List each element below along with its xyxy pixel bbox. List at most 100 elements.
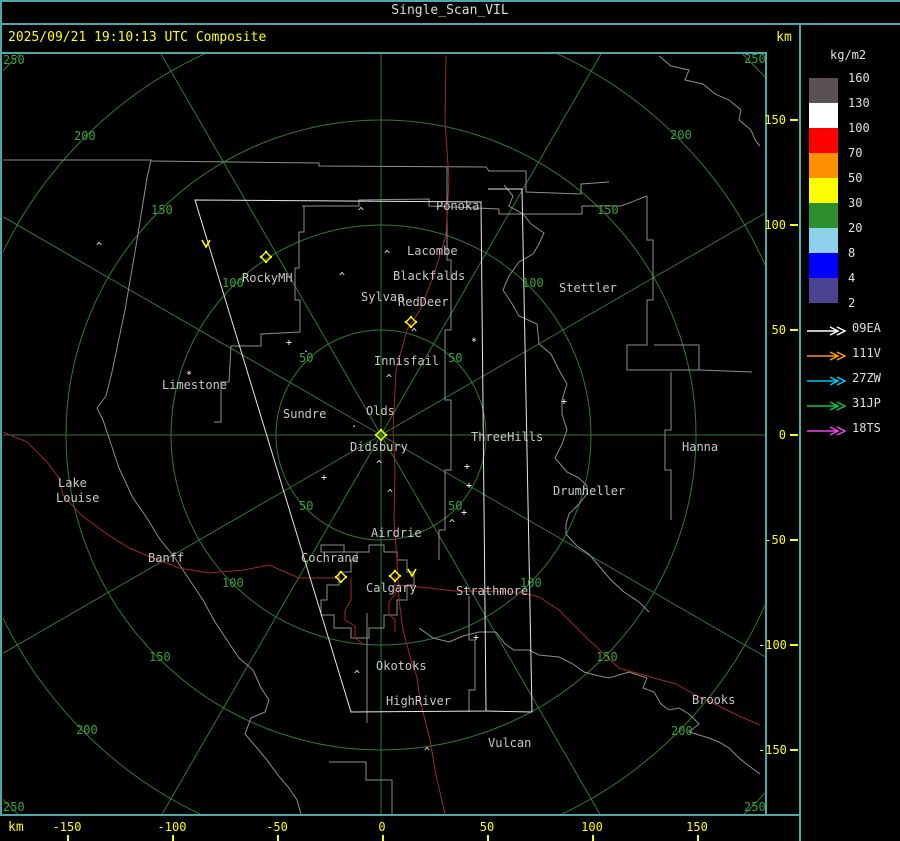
ring-distance-label: 200 <box>76 723 98 737</box>
town-marker: · <box>350 421 358 433</box>
radar-map-canvas[interactable]: 50 50 50 50 100 100 100 100 150 150 150 150 200 200 20… <box>3 54 765 814</box>
town-marker: + <box>285 337 293 349</box>
right-axis-tick <box>790 224 798 226</box>
city-label: ThreeHills <box>471 430 544 444</box>
map-vector-layer <box>3 54 765 814</box>
right-axis-unit-label: km <box>776 30 792 45</box>
scan-timestamp: 2025/09/21 19:10:13 UTC Composite <box>8 30 267 45</box>
city-label: Airdrie <box>371 526 422 540</box>
site-arrow-icon <box>806 322 848 334</box>
site-id-label: 09EA <box>852 321 881 335</box>
city-label: Blackfalds <box>393 269 466 283</box>
bottom-axis-tick-label: 100 <box>581 820 603 834</box>
radar-viewer-window: Single_Scan_VIL 2025/09/21 19:10:13 UTC … <box>0 0 900 841</box>
city-label: Banff <box>148 551 185 565</box>
map-bottom-border <box>0 814 801 816</box>
town-marker: ^ <box>357 206 365 218</box>
city-label: Limestone <box>162 378 228 392</box>
color-scale-swatch <box>809 128 838 153</box>
town-marker: ^ <box>353 669 361 681</box>
city-label: Okotoks <box>376 659 427 673</box>
color-scale-swatch <box>809 278 838 303</box>
town-marker: * <box>185 369 193 381</box>
right-axis-tick <box>790 434 798 436</box>
town-marker: + <box>472 632 480 644</box>
ring-distance-label: 50 <box>448 351 463 365</box>
color-scale-value: 30 <box>848 196 863 210</box>
ring-distance-label: 150 <box>597 203 619 217</box>
legend-unit-label: kg/m2 <box>830 48 867 62</box>
bottom-axis-tick-label: 150 <box>686 820 708 834</box>
bottom-axis-tick <box>277 835 279 841</box>
color-scale-value: 4 <box>848 271 856 285</box>
bottom-axis-tick <box>487 835 489 841</box>
bottom-axis-tick-label: -100 <box>157 820 187 834</box>
bottom-axis-tick-label: 0 <box>378 820 386 834</box>
city-label: Sundre <box>283 407 327 421</box>
city-label: Lacombe <box>407 244 458 258</box>
ring-distance-label: 150 <box>149 650 171 664</box>
city-label: HighRiver <box>386 694 452 708</box>
color-scale-swatch <box>809 78 838 103</box>
town-marker: ^ <box>448 518 456 530</box>
color-scale-value: 50 <box>848 171 863 185</box>
ring-distance-label: 250 <box>3 54 25 67</box>
range-rings <box>3 54 765 814</box>
bottom-axis-tick <box>67 835 69 841</box>
town-marker: ^ <box>423 746 431 758</box>
town-marker: ^ <box>95 241 103 253</box>
azimuth-radials <box>3 54 765 814</box>
city-label: Hanna <box>682 440 719 454</box>
ring-distance-label: 200 <box>74 129 96 143</box>
town-marker: ^ <box>410 327 418 339</box>
city-label: Strathmore <box>456 584 529 598</box>
color-scale-swatch <box>809 253 838 278</box>
right-axis-tick <box>790 539 798 541</box>
bottom-axis-tick-label: -150 <box>52 820 82 834</box>
city-label: Vulcan <box>488 736 532 750</box>
town-marker: · <box>302 346 310 358</box>
city-label: Calgary <box>366 581 417 595</box>
titlebar-border <box>0 23 900 25</box>
city-label: RedDeer <box>398 295 449 309</box>
site-arrow-icon <box>806 397 848 409</box>
color-scale-value: 160 <box>848 71 870 85</box>
radar-site-diamond-icon <box>259 250 273 264</box>
city-label: Lake <box>58 476 87 490</box>
color-scale-value: 130 <box>848 96 870 110</box>
right-axis-tick <box>790 329 798 331</box>
city-label: Olds <box>366 404 395 418</box>
city-label: Drumheller <box>553 484 626 498</box>
ring-distance-label: 200 <box>670 128 692 142</box>
color-scale-value: 20 <box>848 221 863 235</box>
town-marker: ^ <box>385 373 393 385</box>
city-label: Louise <box>56 491 100 505</box>
town-marker: ^ <box>386 488 394 500</box>
town-marker: ^ <box>338 271 346 283</box>
window-title: Single_Scan_VIL <box>391 3 509 18</box>
town-marker: ^ <box>375 459 383 471</box>
color-scale-value: 70 <box>848 146 863 160</box>
range-ring <box>3 54 765 814</box>
site-arrow-icon <box>806 422 848 434</box>
city-label: Cochrane <box>301 551 359 565</box>
town-marker: * <box>470 336 478 348</box>
bottom-axis-tick <box>172 835 174 841</box>
ring-distance-label: 50 <box>299 499 314 513</box>
color-scale-swatch <box>809 103 838 128</box>
bottom-axis-tick-label: -50 <box>266 820 288 834</box>
color-scale-swatch <box>809 153 838 178</box>
ring-distance-label: 150 <box>151 203 173 217</box>
ring-distance-label: 250 <box>3 800 25 814</box>
bottom-axis-tick <box>592 835 594 841</box>
city-label: Brooks <box>692 693 736 707</box>
ring-distance-label: 200 <box>671 724 693 738</box>
town-marker: + <box>465 480 473 492</box>
city-label: Innisfail <box>374 354 440 368</box>
ring-distance-label: 100 <box>522 276 544 290</box>
site-id-label: 31JP <box>852 396 881 410</box>
ring-distance-label: 150 <box>596 650 618 664</box>
city-label: Ponoka <box>436 199 480 213</box>
color-scale-value: 100 <box>848 121 870 135</box>
ring-distance-label: 250 <box>744 800 765 814</box>
